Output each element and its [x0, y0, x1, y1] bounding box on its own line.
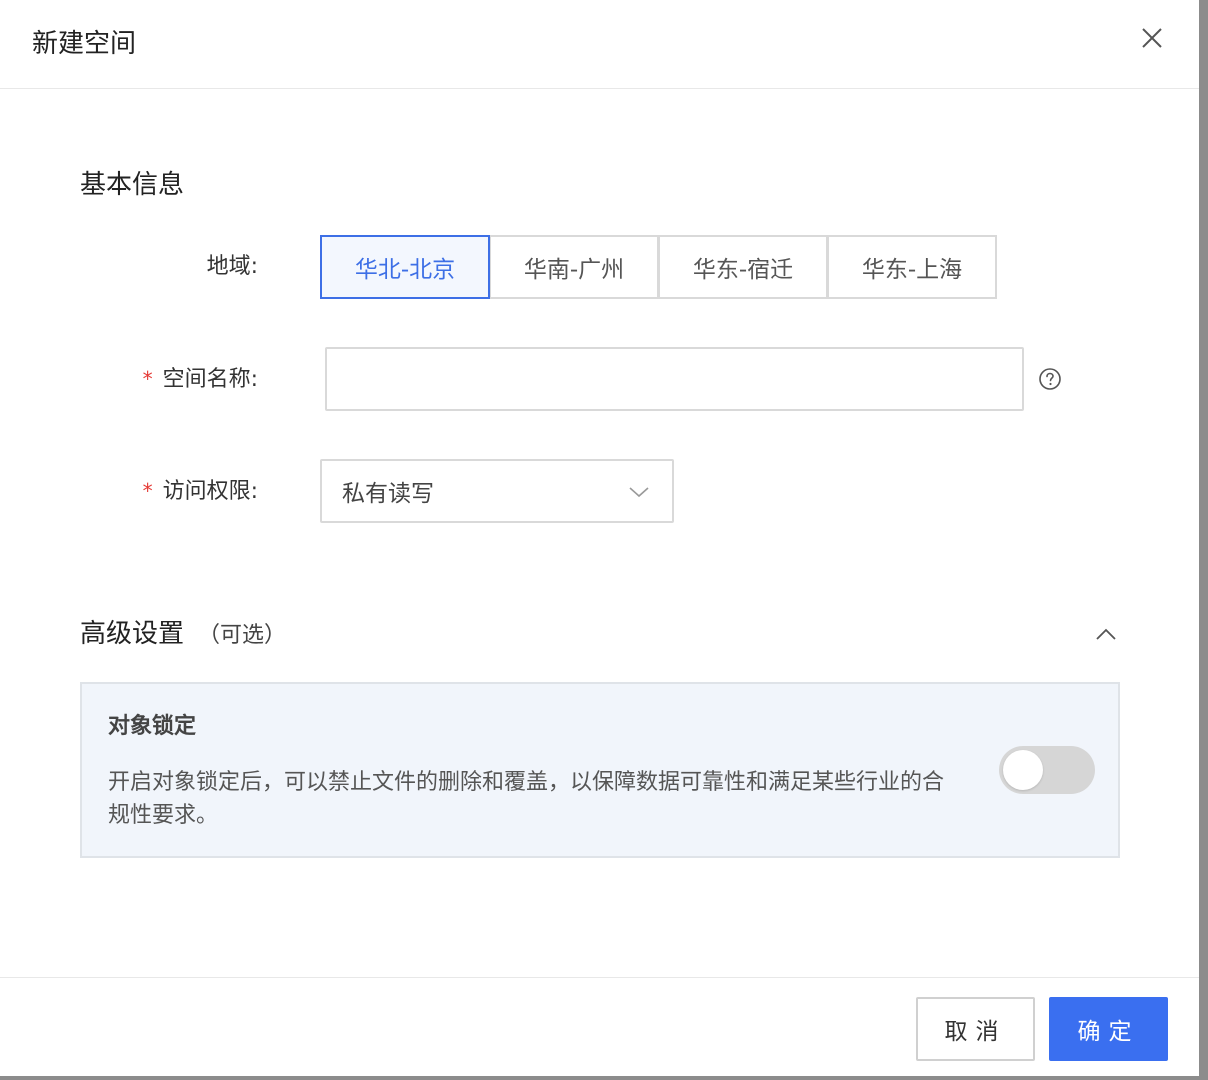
help-button[interactable]	[1038, 367, 1062, 391]
space-name-input[interactable]	[325, 347, 1024, 411]
space-name-label: * 空间名称:	[58, 363, 258, 396]
region-option-guangzhou[interactable]: 华南-广州	[489, 235, 659, 299]
object-lock-description: 开启对象锁定后，可以禁止文件的删除和覆盖，以保障数据可靠性和满足某些行业的合规性…	[108, 770, 945, 828]
chevron-up-icon	[1096, 628, 1116, 640]
close-icon	[1142, 28, 1162, 48]
optional-hint: （可选）	[198, 623, 287, 648]
dialog-header: 新建空间	[0, 0, 1199, 89]
close-button[interactable]	[1136, 22, 1168, 54]
cancel-button[interactable]: 取消	[916, 997, 1035, 1061]
confirm-button[interactable]: 确定	[1049, 997, 1168, 1061]
collapse-advanced-button[interactable]	[1092, 620, 1120, 648]
region-option-beijing[interactable]: 华北-北京	[320, 235, 490, 299]
region-selector: 华北-北京 华南-广州 华东-宿迁 华东-上海	[320, 235, 997, 299]
region-label: 地域:	[206, 254, 258, 279]
region-option-suqian[interactable]: 华东-宿迁	[658, 235, 828, 299]
dialog-footer: 取消 确定	[0, 977, 1199, 1076]
object-lock-title: 对象锁定	[108, 714, 197, 739]
create-space-dialog: 新建空间 基本信息 地域: 华北-北京 华南-广州 华东-宿迁 华东-上海 * 空…	[0, 0, 1199, 1076]
section-title-basic: 基本信息	[80, 170, 185, 200]
access-label: * 访问权限:	[58, 475, 258, 508]
dialog-title: 新建空间	[32, 29, 137, 59]
access-select[interactable]: 私有读写	[320, 459, 674, 523]
access-select-value: 私有读写	[342, 481, 434, 507]
region-option-shanghai[interactable]: 华东-上海	[827, 235, 997, 299]
question-circle-icon	[1039, 368, 1061, 390]
access-label-text: 访问权限:	[162, 479, 258, 504]
toggle-knob	[1003, 750, 1043, 790]
object-lock-card: 对象锁定 开启对象锁定后，可以禁止文件的删除和覆盖，以保障数据可靠性和满足某些行…	[80, 682, 1120, 858]
advanced-title: 高级设置	[80, 619, 185, 649]
section-title-advanced: 高级设置 （可选）	[80, 616, 286, 654]
space-name-label-text: 空间名称:	[162, 367, 258, 392]
required-mark: *	[142, 367, 153, 391]
chevron-down-icon	[629, 487, 649, 498]
object-lock-toggle[interactable]	[999, 746, 1095, 794]
required-mark: *	[142, 479, 153, 503]
